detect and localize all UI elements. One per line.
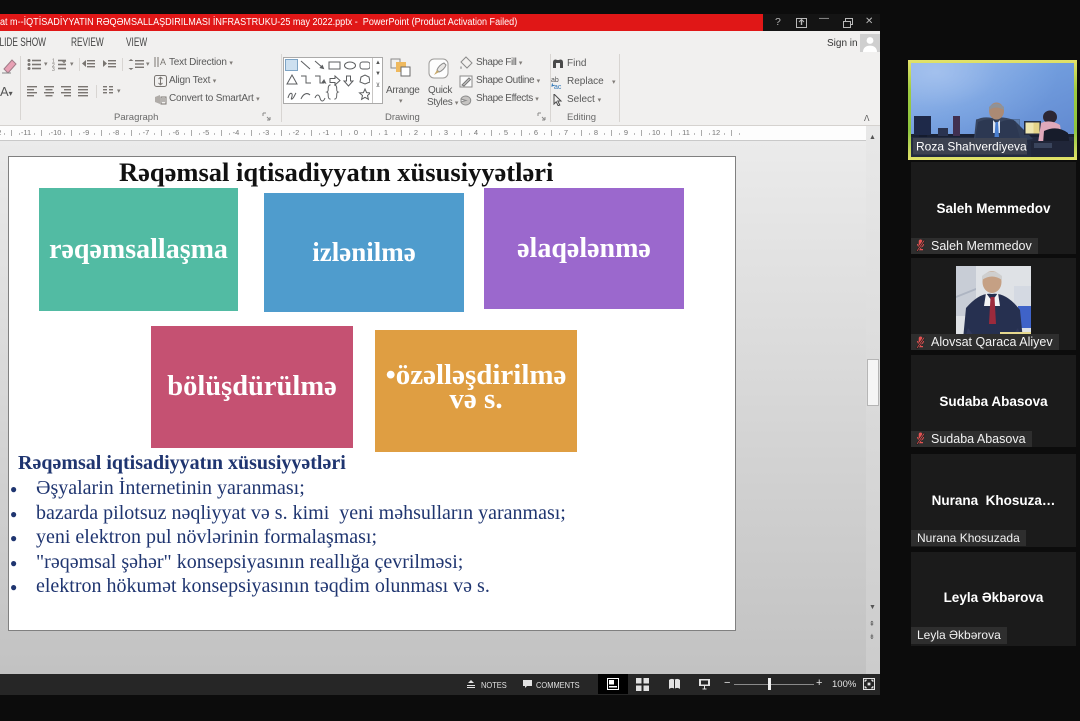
svg-text:ac: ac — [554, 84, 562, 89]
svg-text:A: A — [160, 57, 166, 67]
svg-text:Roza Shahverdiyeva: Roza Shahverdiyeva — [916, 140, 1027, 154]
svg-text:ab: ab — [551, 77, 559, 84]
svg-text:3: 3 — [52, 67, 55, 71]
